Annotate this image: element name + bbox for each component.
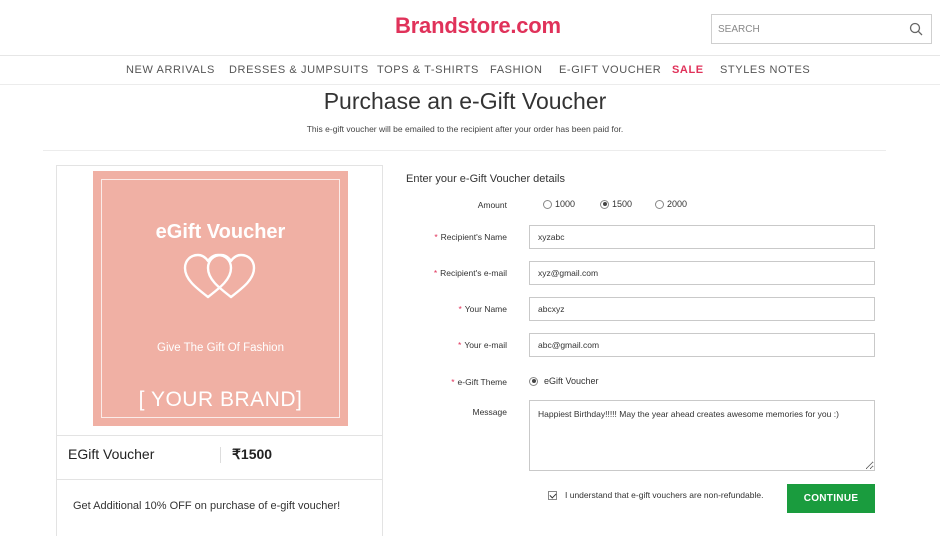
product-price: ₹1500: [232, 446, 273, 462]
recipient-email-label: * Recipient's e-mail: [399, 268, 507, 278]
page-title: Purchase an e-Gift Voucher: [323, 88, 607, 114]
voucher-image: eGift Voucher Give The Gift Of Fashion […: [93, 171, 348, 426]
agree-checkbox[interactable]: [548, 490, 557, 500]
form-heading: Enter your e-Gift Voucher details: [406, 173, 565, 185]
main-nav: NEW ARRIVALS DRESSES & JUMPSUITS TOPS & …: [0, 57, 940, 85]
search-input[interactable]: [718, 20, 898, 38]
continue-button[interactable]: CONTINUE: [787, 484, 875, 513]
voucher-brand: [ YOUR BRAND]: [138, 388, 303, 411]
search-box[interactable]: [711, 14, 932, 44]
nav-new-arrivals[interactable]: NEW ARRIVALS: [126, 64, 215, 76]
hearts-icon: [183, 253, 256, 299]
amount-label: Amount: [477, 200, 507, 210]
card-vertical-divider: [220, 447, 221, 463]
theme-option-egift-voucher[interactable]: eGift Voucher: [529, 376, 599, 386]
amount-option-label: 1000: [555, 199, 576, 209]
card-divider: [57, 435, 382, 436]
your-name-label: * Your Name: [399, 304, 507, 314]
theme-label: * e-Gift Theme: [399, 377, 507, 387]
required-mark: *: [451, 377, 455, 387]
nav-styles-notes[interactable]: STYLES NOTES: [720, 64, 810, 76]
nav-egift-voucher[interactable]: E-GIFT VOUCHER: [559, 64, 661, 76]
recipient-name-label: * Recipient's Name: [399, 232, 507, 242]
radio-button-selected[interactable]: [600, 199, 609, 209]
recipient-email-label-text: Recipient's e-mail: [440, 268, 507, 278]
product-name: EGift Voucher: [68, 446, 155, 462]
amount-option-1000[interactable]: 1000: [543, 199, 575, 209]
amount-option-1500[interactable]: 1500: [600, 199, 632, 209]
recipient-name-input[interactable]: [529, 225, 875, 249]
nav-fashion[interactable]: FASHION: [490, 64, 543, 76]
required-mark: *: [458, 340, 462, 350]
your-email-label: * Your e-mail: [399, 340, 507, 350]
required-mark: *: [434, 232, 438, 242]
refund-agreement: I understand that e-gift vouchers are no…: [548, 490, 763, 500]
your-email-input[interactable]: [529, 333, 875, 357]
your-name-label-text: Your Name: [464, 304, 507, 314]
theme-label-text: e-Gift Theme: [457, 377, 507, 387]
your-email-label-text: Your e-mail: [464, 340, 507, 350]
message-textarea[interactable]: Happiest Birthday!!!!! May the year ahea…: [529, 400, 875, 471]
nav-sale[interactable]: SALE: [672, 64, 704, 76]
site-header: Brandstore.com: [0, 0, 940, 56]
voucher-tagline: Give The Gift Of Fashion: [157, 342, 284, 354]
card-divider-2: [57, 479, 382, 480]
radio-button[interactable]: [543, 199, 552, 209]
section-divider: [43, 150, 886, 151]
recipient-email-input[interactable]: [529, 261, 875, 285]
amount-option-label: 1500: [612, 199, 633, 209]
amount-option-label: 2000: [667, 199, 688, 209]
nav-tops-tshirts[interactable]: TOPS & T-SHIRTS: [377, 64, 479, 76]
nav-dresses-jumpsuits[interactable]: DRESSES & JUMPSUITS: [229, 64, 369, 76]
site-logo[interactable]: Brandstore.com: [395, 13, 561, 39]
message-label: Message: [472, 407, 508, 417]
agree-text: I understand that e-gift vouchers are no…: [565, 490, 764, 500]
radio-button[interactable]: [655, 199, 664, 209]
offer-text: Get Additional 10% OFF on purchase of e-…: [73, 500, 341, 512]
page-subtitle: This e-gift voucher will be emailed to t…: [306, 124, 624, 134]
your-name-input[interactable]: [529, 297, 875, 321]
radio-button-selected[interactable]: [529, 376, 538, 386]
search-icon[interactable]: [909, 22, 923, 36]
required-mark: *: [458, 304, 462, 314]
recipient-name-label-text: Recipient's Name: [440, 232, 507, 242]
voucher-card: eGift Voucher Give The Gift Of Fashion […: [56, 165, 383, 536]
required-mark: *: [433, 268, 438, 278]
amount-option-2000[interactable]: 2000: [655, 199, 687, 209]
voucher-title: eGift Voucher: [155, 221, 286, 243]
theme-option-label: eGift Voucher: [544, 376, 599, 386]
